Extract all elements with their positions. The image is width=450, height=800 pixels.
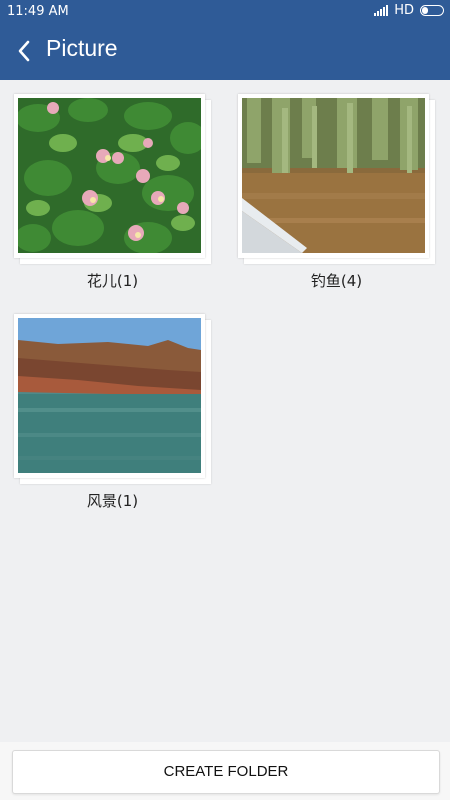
create-folder-button[interactable]: CREATE FOLDER [12, 750, 440, 794]
folder-thumbnail [14, 94, 205, 258]
fishing-image [242, 98, 425, 253]
folder-thumbnail-stack [238, 94, 435, 264]
page-title: Picture [46, 35, 118, 61]
folder-item-scenery[interactable]: 风景(1) [14, 314, 224, 510]
chevron-left-icon [18, 40, 30, 62]
folder-label: 风景(1) [86, 492, 139, 510]
title-bar: Picture [0, 30, 450, 76]
battery-icon [420, 5, 444, 16]
signal-icon [374, 5, 389, 16]
status-bar: 11:49 AM HD [0, 0, 450, 24]
scenery-image [18, 318, 201, 473]
folder-thumbnail-stack [14, 94, 211, 264]
folder-thumbnail [238, 94, 429, 258]
folder-item-fishing[interactable]: 钓鱼(4) [238, 94, 448, 290]
back-button[interactable] [12, 38, 38, 64]
folder-thumbnail [14, 314, 205, 478]
flowers-image [18, 98, 201, 253]
folder-label: 花儿(1) [86, 272, 139, 290]
folder-item-flowers[interactable]: 花儿(1) [14, 94, 224, 290]
network-type: HD [394, 3, 414, 18]
app-header: 11:49 AM HD Picture [0, 0, 450, 80]
bottom-bar: CREATE FOLDER [0, 742, 450, 800]
status-time: 11:49 AM [7, 4, 69, 19]
folder-label: 钓鱼(4) [310, 272, 363, 290]
status-indicators: HD [374, 3, 444, 18]
folder-thumbnail-stack [14, 314, 211, 484]
